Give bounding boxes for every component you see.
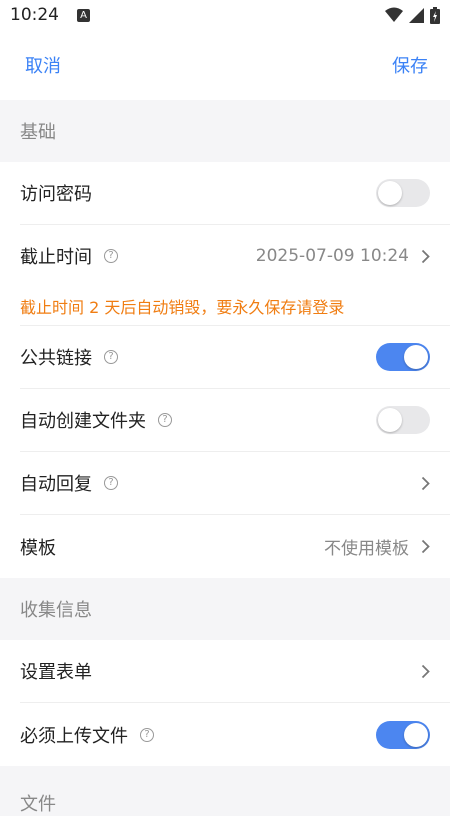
password-toggle[interactable] [376,179,430,207]
password-row: 访问密码 [20,162,450,225]
question-circle-icon[interactable]: ? [104,350,118,364]
question-circle-icon[interactable]: ? [104,476,118,490]
deadline-warning: 截止时间 2 天后自动销毁，要永久保存请登录 [20,287,450,326]
auto-reply-row[interactable]: 自动回复 ? [20,452,450,515]
chevron-right-icon [421,249,430,264]
chevron-right-icon [421,539,430,554]
toggle-knob [404,345,428,369]
deadline-value: 2025-07-09 10:24 [255,246,409,266]
notification-a-icon: A [77,8,90,22]
deadline-label: 截止时间 [20,247,92,268]
question-circle-icon[interactable]: ? [158,413,172,427]
public-link-label: 公共链接 [20,348,92,369]
toggle-knob [378,408,402,432]
template-label: 模板 [20,537,56,559]
form-label: 设置表单 [20,662,92,683]
auto-reply-label: 自动回复 [20,474,92,495]
auto-folder-label: 自动创建文件夹 [20,411,146,432]
require-upload-row: 必须上传文件 ? [20,703,450,766]
require-upload-label: 必须上传文件 [20,725,128,747]
signal-icon [409,7,424,23]
wifi-icon [385,7,403,22]
basic-settings-group: 访问密码 截止时间 ? 2025-07-09 10:24 截止时间 2 天后自动… [0,162,450,578]
section-header-basic: 基础 [0,100,450,162]
public-link-toggle[interactable] [376,343,430,371]
template-value: 不使用模板 [324,539,409,559]
require-upload-toggle[interactable] [376,720,430,749]
collect-settings-group: 设置表单 必须上传文件 ? [0,640,450,766]
chevron-right-icon [421,664,430,679]
battery-icon [430,6,440,24]
chevron-right-icon [421,476,430,491]
public-link-row: 公共链接 ? [20,326,450,389]
section-header-file: 文件 [20,794,56,815]
toggle-knob [378,181,402,205]
nav-bar: 取消 保存 [0,30,450,100]
status-time: 10:24 [10,5,59,25]
form-row[interactable]: 设置表单 [20,640,450,703]
save-button[interactable]: 保存 [392,52,428,78]
toggle-knob [404,722,428,747]
section-header-collect: 收集信息 [0,578,450,640]
question-circle-icon[interactable]: ? [140,727,154,742]
deadline-row[interactable]: 截止时间 ? 2025-07-09 10:24 [20,225,450,287]
password-label: 访问密码 [20,184,92,205]
question-circle-icon[interactable]: ? [104,249,118,263]
template-row[interactable]: 模板 不使用模板 [20,515,450,578]
cancel-button[interactable]: 取消 [25,52,61,78]
status-bar: 10:24 A [0,0,450,30]
auto-folder-toggle[interactable] [376,406,430,434]
auto-folder-row: 自动创建文件夹 ? [20,389,450,452]
